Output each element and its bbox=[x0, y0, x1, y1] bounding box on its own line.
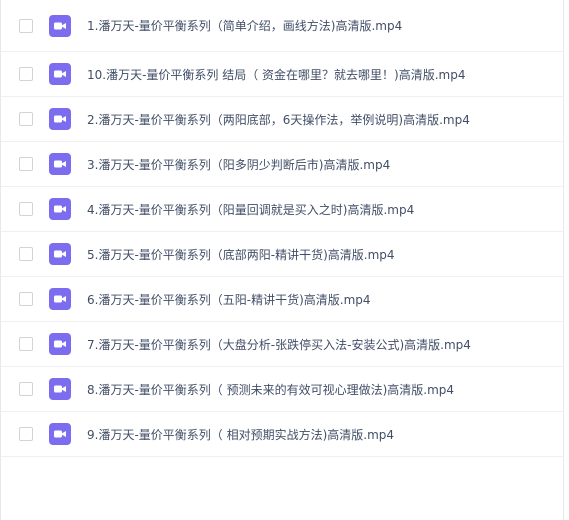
row-checkbox[interactable] bbox=[19, 427, 33, 441]
file-list-panel: 1.潘万天-量价平衡系列（简单介绍，画线方法)高清版.mp4 10.潘万天-量价… bbox=[0, 0, 564, 520]
file-row[interactable]: 1.潘万天-量价平衡系列（简单介绍，画线方法)高清版.mp4 bbox=[1, 0, 563, 52]
row-checkbox[interactable] bbox=[19, 157, 33, 171]
file-list: 1.潘万天-量价平衡系列（简单介绍，画线方法)高清版.mp4 10.潘万天-量价… bbox=[1, 0, 563, 457]
video-file-icon bbox=[49, 63, 71, 85]
file-row[interactable]: 8.潘万天-量价平衡系列（ 预测未来的有效可视心理做法)高清版.mp4 bbox=[1, 367, 563, 412]
video-file-icon bbox=[49, 423, 71, 445]
row-checkbox[interactable] bbox=[19, 382, 33, 396]
video-file-icon bbox=[49, 333, 71, 355]
video-file-icon bbox=[49, 288, 71, 310]
file-row[interactable]: 10.潘万天-量价平衡系列 结局（ 资金在哪里？就去哪里！)高清版.mp4 bbox=[1, 52, 563, 97]
video-file-icon bbox=[49, 378, 71, 400]
file-row[interactable]: 9.潘万天-量价平衡系列（ 相对预期实战方法)高清版.mp4 bbox=[1, 412, 563, 457]
file-row[interactable]: 7.潘万天-量价平衡系列（大盘分析-张跌停买入法-安装公式)高清版.mp4 bbox=[1, 322, 563, 367]
file-name[interactable]: 8.潘万天-量价平衡系列（ 预测未来的有效可视心理做法)高清版.mp4 bbox=[87, 381, 454, 398]
file-name[interactable]: 1.潘万天-量价平衡系列（简单介绍，画线方法)高清版.mp4 bbox=[87, 17, 402, 34]
row-checkbox[interactable] bbox=[19, 18, 33, 33]
row-checkbox[interactable] bbox=[19, 202, 33, 216]
row-checkbox[interactable] bbox=[19, 247, 33, 261]
file-row[interactable]: 5.潘万天-量价平衡系列（底部两阳-精讲干货)高清版.mp4 bbox=[1, 232, 563, 277]
video-file-icon bbox=[49, 153, 71, 175]
file-name[interactable]: 4.潘万天-量价平衡系列（阳量回调就是买入之时)高清版.mp4 bbox=[87, 201, 414, 218]
file-row[interactable]: 3.潘万天-量价平衡系列（阳多阴少判断后市)高清版.mp4 bbox=[1, 142, 563, 187]
video-file-icon bbox=[49, 243, 71, 265]
file-name[interactable]: 9.潘万天-量价平衡系列（ 相对预期实战方法)高清版.mp4 bbox=[87, 426, 394, 443]
row-checkbox[interactable] bbox=[19, 337, 33, 351]
video-file-icon bbox=[49, 198, 71, 220]
file-name[interactable]: 6.潘万天-量价平衡系列（五阳-精讲干货)高清版.mp4 bbox=[87, 291, 371, 308]
file-row[interactable]: 6.潘万天-量价平衡系列（五阳-精讲干货)高清版.mp4 bbox=[1, 277, 563, 322]
video-file-icon bbox=[49, 108, 71, 130]
file-name[interactable]: 5.潘万天-量价平衡系列（底部两阳-精讲干货)高清版.mp4 bbox=[87, 246, 395, 263]
file-name[interactable]: 10.潘万天-量价平衡系列 结局（ 资金在哪里？就去哪里！)高清版.mp4 bbox=[87, 66, 465, 83]
file-name[interactable]: 3.潘万天-量价平衡系列（阳多阴少判断后市)高清版.mp4 bbox=[87, 156, 390, 173]
file-row[interactable]: 2.潘万天-量价平衡系列（两阳底部，6天操作法，举例说明)高清版.mp4 bbox=[1, 97, 563, 142]
row-checkbox[interactable] bbox=[19, 67, 33, 81]
video-file-icon bbox=[49, 14, 71, 37]
row-checkbox[interactable] bbox=[19, 292, 33, 306]
file-name[interactable]: 7.潘万天-量价平衡系列（大盘分析-张跌停买入法-安装公式)高清版.mp4 bbox=[87, 336, 471, 353]
row-checkbox[interactable] bbox=[19, 112, 33, 126]
file-name[interactable]: 2.潘万天-量价平衡系列（两阳底部，6天操作法，举例说明)高清版.mp4 bbox=[87, 111, 470, 128]
file-row[interactable]: 4.潘万天-量价平衡系列（阳量回调就是买入之时)高清版.mp4 bbox=[1, 187, 563, 232]
